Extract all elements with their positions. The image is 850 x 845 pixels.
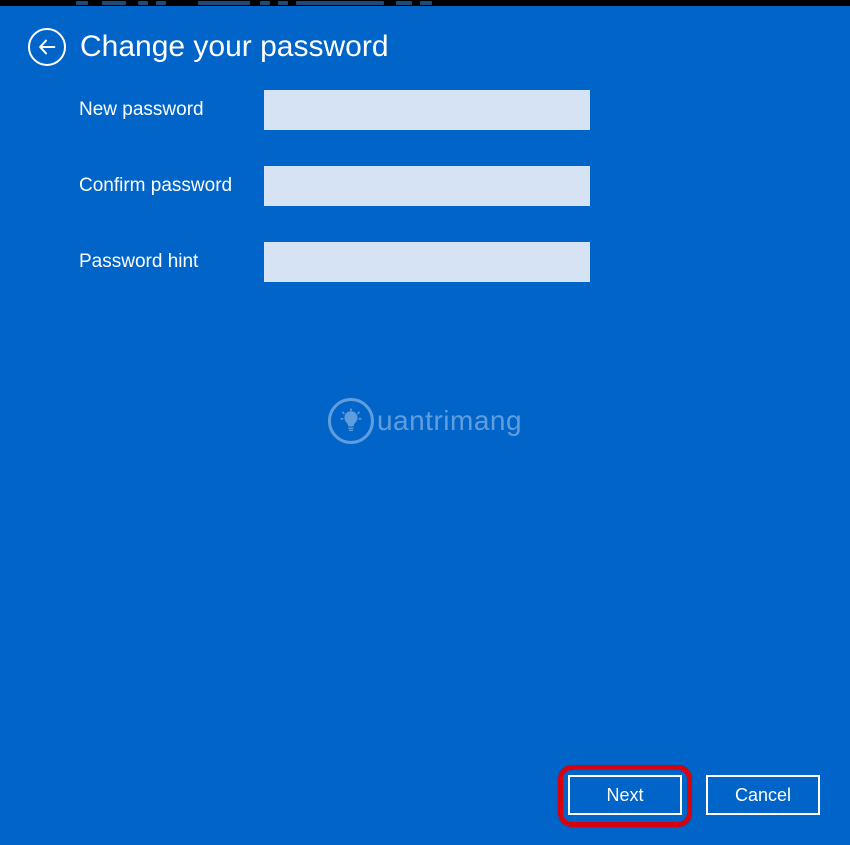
arrow-left-icon xyxy=(36,36,58,58)
confirm-password-label: Confirm password xyxy=(79,175,264,197)
password-hint-input[interactable] xyxy=(264,242,590,282)
new-password-input[interactable] xyxy=(264,90,590,130)
back-button[interactable] xyxy=(28,28,66,66)
bulb-icon xyxy=(328,398,374,444)
watermark-text: uantrimang xyxy=(377,405,522,437)
password-form: New password Confirm password Password h… xyxy=(79,90,599,282)
watermark: uantrimang xyxy=(328,398,522,444)
change-password-screen: Change your password New password Confir… xyxy=(0,0,850,845)
password-hint-label: Password hint xyxy=(79,251,264,273)
confirm-password-input[interactable] xyxy=(264,166,590,206)
window-top-border xyxy=(0,0,850,6)
page-title: Change your password xyxy=(80,30,389,64)
new-password-label: New password xyxy=(79,99,264,121)
next-button[interactable]: Next xyxy=(568,775,682,815)
footer-buttons: Next Cancel xyxy=(568,775,820,815)
cancel-button[interactable]: Cancel xyxy=(706,775,820,815)
